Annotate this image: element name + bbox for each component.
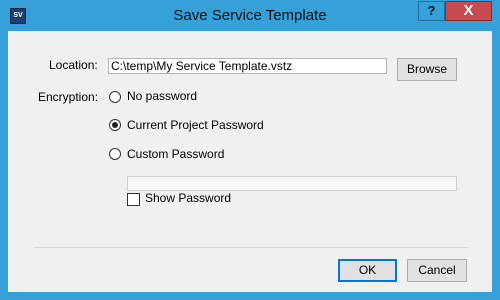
close-button[interactable]: X	[445, 1, 492, 21]
radio-current-project-password[interactable]	[109, 119, 121, 131]
radio-no-password-label[interactable]: No password	[127, 89, 197, 103]
radio-custom-password[interactable]	[109, 148, 121, 160]
dialog-body: Location: Browse Encryption: No password…	[8, 31, 492, 292]
show-password-label[interactable]: Show Password	[145, 191, 231, 205]
custom-password-field[interactable]	[127, 176, 457, 191]
dialog-window: SV Save Service Template ? X Location: B…	[0, 0, 500, 300]
browse-button[interactable]: Browse	[397, 58, 457, 81]
radio-current-project-password-label[interactable]: Current Project Password	[127, 118, 264, 132]
radio-no-password[interactable]	[109, 91, 121, 103]
location-field[interactable]	[108, 58, 387, 74]
cancel-button[interactable]: Cancel	[407, 259, 467, 282]
footer-separator	[34, 247, 468, 248]
title-bar[interactable]: SV Save Service Template ? X	[0, 0, 500, 32]
help-button[interactable]: ?	[418, 1, 445, 21]
show-password-checkbox[interactable]	[127, 193, 140, 206]
ok-button[interactable]: OK	[338, 259, 397, 282]
radio-custom-password-label[interactable]: Custom Password	[127, 147, 224, 161]
location-label: Location:	[49, 58, 98, 72]
encryption-label: Encryption:	[38, 90, 99, 104]
